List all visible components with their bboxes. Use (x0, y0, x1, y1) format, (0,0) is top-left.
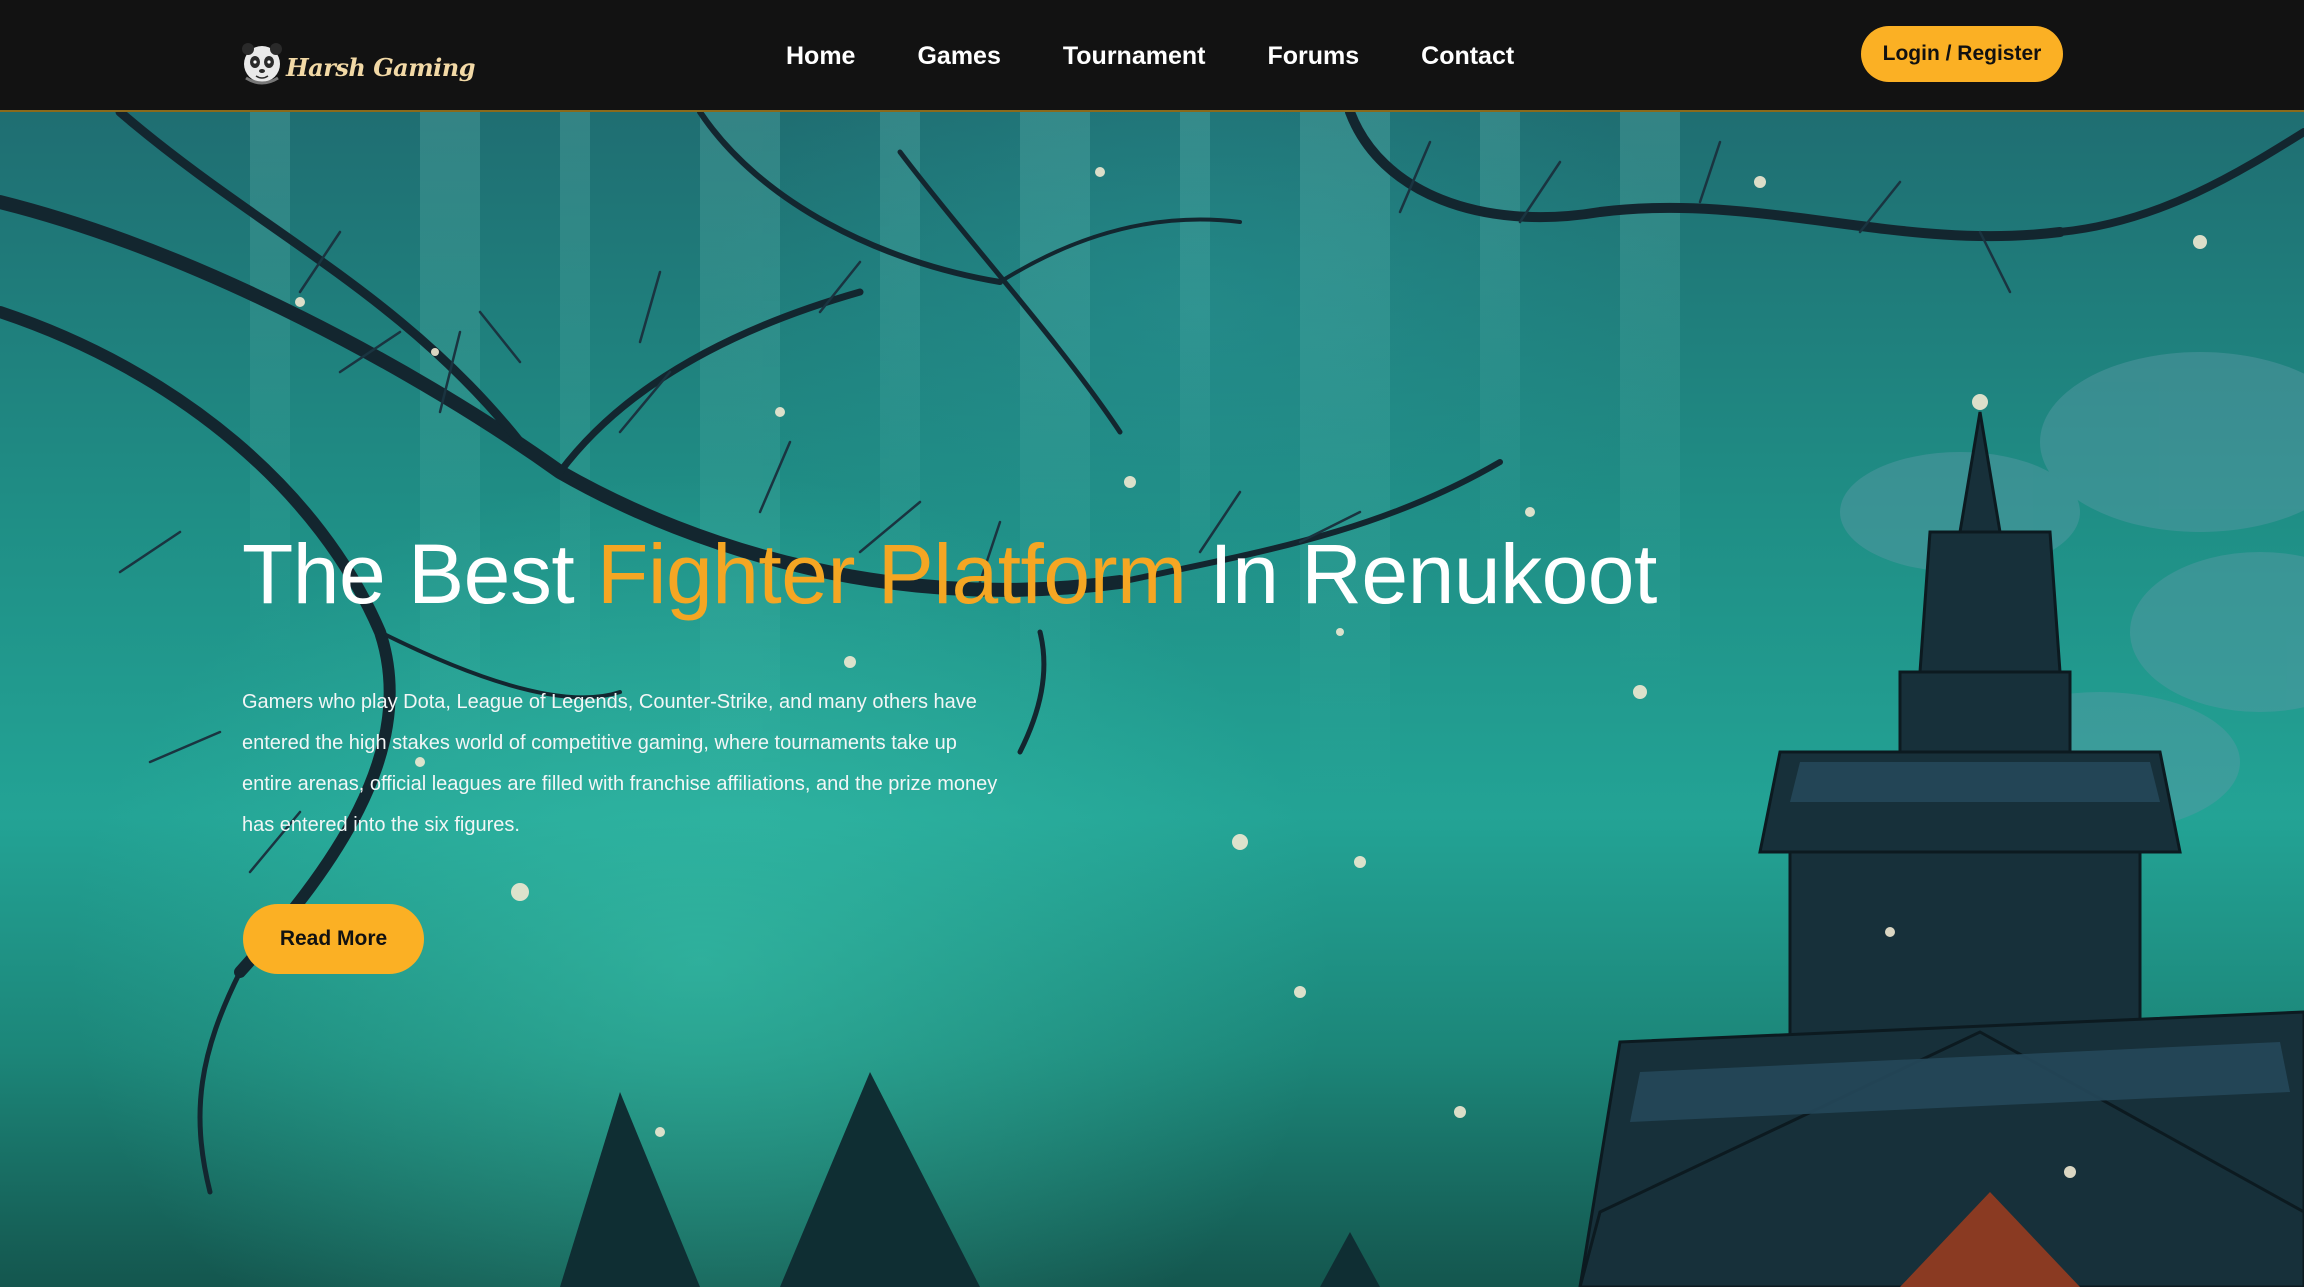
nav-link-home[interactable]: Home (786, 42, 855, 70)
hero-title: The Best Fighter Platform In Renukoot (242, 532, 1657, 616)
hero-title-accent: Fighter Platform (597, 527, 1187, 621)
nav-link-forums[interactable]: Forums (1267, 42, 1359, 70)
navbar: Harsh Gaming Home Games Tournament Forum… (0, 0, 2304, 112)
nav-menu: Home Games Tournament Forums Contact (786, 0, 1514, 112)
nav-link-contact[interactable]: Contact (1421, 42, 1514, 70)
panda-face-icon (242, 43, 282, 85)
nav-item: Tournament (1063, 42, 1206, 71)
brand[interactable]: Harsh Gaming (240, 24, 475, 88)
nav-item: Home (786, 42, 855, 71)
brand-name: Harsh Gaming (286, 53, 475, 82)
hero-title-part1: The Best (242, 527, 598, 621)
nav-item: Contact (1421, 42, 1514, 71)
read-more-button[interactable]: Read More (243, 904, 424, 974)
page: Harsh Gaming Home Games Tournament Forum… (0, 0, 2304, 1287)
hero-description: Gamers who play Dota, League of Legends,… (242, 691, 998, 836)
hero-title-part2: In Renukoot (1186, 527, 1657, 621)
nav-link-games[interactable]: Games (917, 42, 1000, 70)
nav-item: Games (917, 42, 1000, 71)
hero-section: The Best Fighter Platform In Renukoot Ga… (0, 112, 2304, 1287)
pine-trees (560, 1072, 1380, 1287)
nav-item: Forums (1267, 42, 1359, 71)
nav-link-tournament[interactable]: Tournament (1063, 42, 1206, 70)
temple (1578, 411, 2304, 1287)
login-register-button[interactable]: Login / Register (1861, 26, 2063, 82)
